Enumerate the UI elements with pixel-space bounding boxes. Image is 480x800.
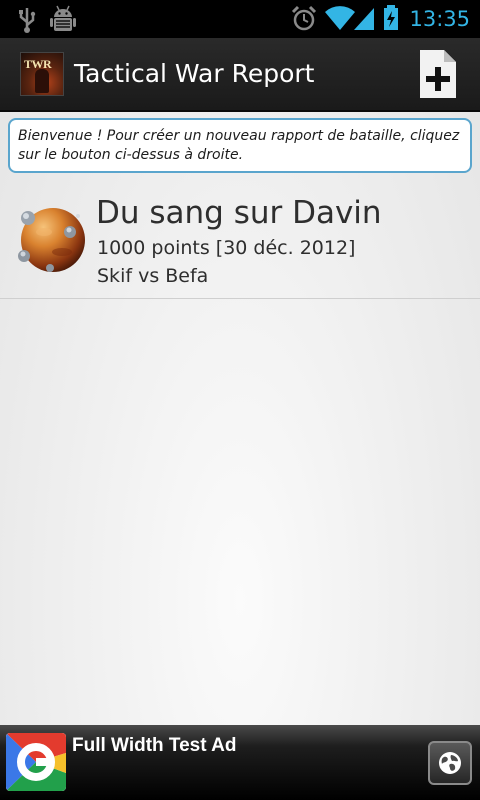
battery-charging-icon <box>384 5 398 30</box>
report-title: Du sang sur Davin <box>96 195 382 231</box>
globe-icon <box>439 752 461 774</box>
app-title: Tactical War Report <box>74 59 315 88</box>
add-document-icon <box>420 50 456 98</box>
report-list-item[interactable]: Du sang sur Davin 1000 points [30 déc. 2… <box>0 180 480 299</box>
usb-icon <box>19 8 36 33</box>
planet-icon <box>18 208 85 272</box>
google-logo-icon <box>6 733 66 791</box>
ad-text: Full Width Test Ad <box>72 735 237 756</box>
welcome-banner: Bienvenue ! Pour créer un nouveau rappor… <box>8 118 472 173</box>
status-bar: 13:35 <box>0 0 480 38</box>
report-players: Skif vs Befa <box>97 265 209 287</box>
action-bar: TWR Tactical War Report <box>0 38 480 112</box>
ad-banner[interactable]: Full Width Test Ad <box>0 725 480 800</box>
alarm-icon <box>291 5 317 31</box>
app-logo: TWR <box>20 52 64 96</box>
android-debug-icon <box>50 5 76 31</box>
report-subtitle: 1000 points [30 déc. 2012] <box>97 237 356 259</box>
signal-icon <box>354 8 374 30</box>
app-logo-figure <box>35 69 49 93</box>
add-report-button[interactable] <box>420 50 456 98</box>
status-clock: 13:35 <box>409 7 470 31</box>
ad-open-button[interactable] <box>428 741 472 785</box>
